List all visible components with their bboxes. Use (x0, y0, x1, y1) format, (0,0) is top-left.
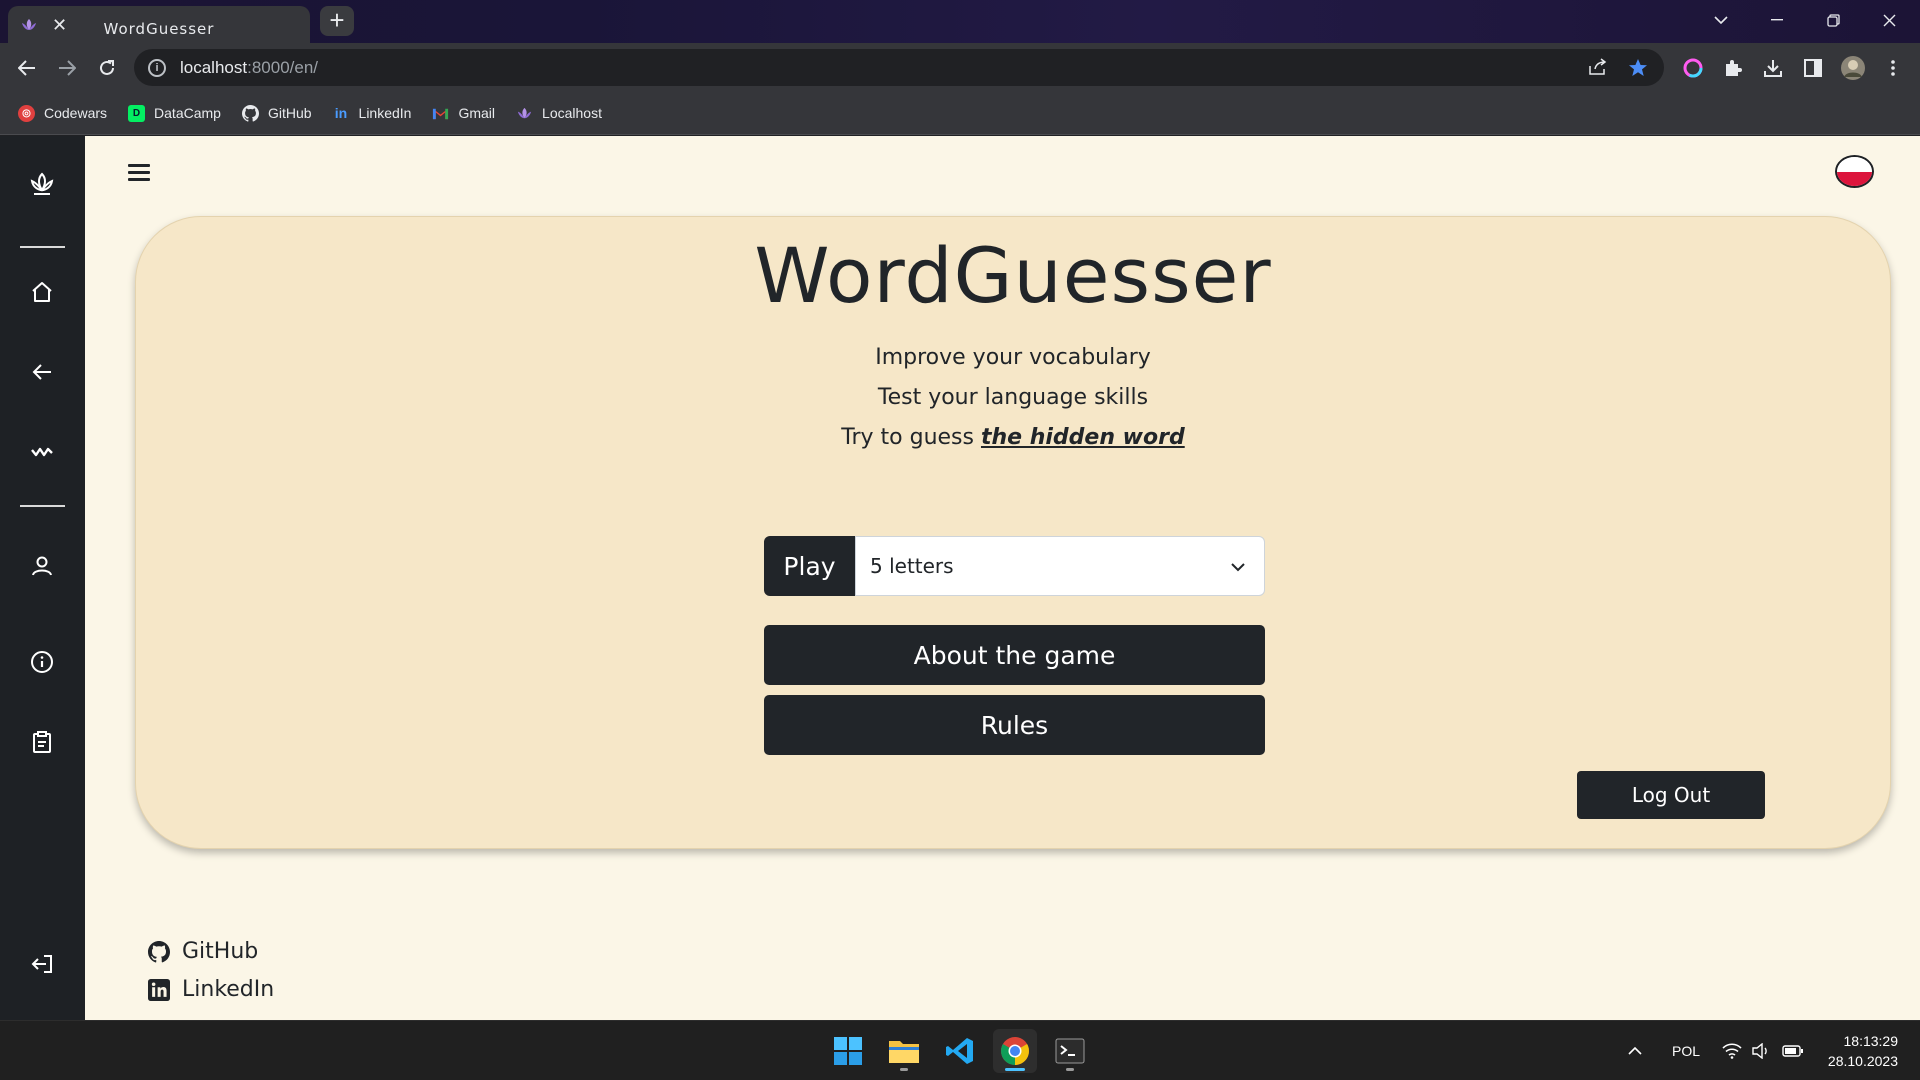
extensions-puzzle-icon[interactable] (1720, 55, 1746, 81)
tab-title: WordGuesser (103, 20, 215, 38)
datacamp-icon: D (128, 104, 146, 122)
page-viewport: WordGuesser Improve your vocabulary Test… (0, 136, 1920, 1020)
rules-button[interactable]: Rules (764, 695, 1265, 755)
download-icon[interactable] (1760, 55, 1786, 81)
letters-select-value: 5 letters (870, 554, 954, 578)
tray-overflow-chevron-up-icon[interactable] (1628, 1021, 1642, 1080)
codewars-icon: ◎ (18, 104, 35, 122)
activity-icon[interactable] (26, 436, 58, 468)
browser-tab[interactable]: WordGuesser ✕ (8, 6, 310, 43)
info-icon[interactable] (26, 646, 58, 678)
bookmark-label: DataCamp (154, 105, 221, 121)
bookmark-datacamp[interactable]: D DataCamp (128, 104, 221, 122)
linkedin-icon (148, 978, 170, 1001)
address-bar[interactable]: i localhost :8000/en/ (134, 49, 1664, 86)
sidebar (0, 136, 85, 1020)
back-icon[interactable] (12, 53, 42, 83)
sidebar-divider (20, 246, 65, 248)
bookmarks-bar: ◎ Codewars D DataCamp GitHub in LinkedIn… (0, 92, 1920, 135)
browser-toolbar: i localhost :8000/en/ (0, 43, 1920, 92)
minimize-icon[interactable] (1749, 0, 1805, 40)
footer-github-link[interactable]: GitHub (148, 939, 258, 964)
clipboard-icon[interactable] (26, 726, 58, 758)
close-window-icon[interactable] (1861, 0, 1917, 40)
logout-icon[interactable] (26, 948, 58, 980)
polish-flag-language-icon[interactable] (1835, 155, 1874, 188)
bookmark-label: GitHub (267, 105, 312, 121)
keyboard-language[interactable]: POL (1672, 1021, 1700, 1080)
about-game-button[interactable]: About the game (764, 625, 1265, 685)
clock-date: 28.10.2023 (1827, 1053, 1898, 1069)
windows-taskbar: POL 18:13:29 28.10.2023 (0, 1020, 1920, 1080)
url-host: localhost (180, 57, 248, 77)
bookmark-label: Gmail (458, 105, 496, 121)
hidden-word-link[interactable]: the hidden word (981, 425, 1185, 450)
github-icon (241, 104, 259, 122)
bookmark-localhost[interactable]: Localhost (516, 105, 602, 122)
bookmark-linkedin[interactable]: in LinkedIn (333, 105, 412, 122)
reload-icon[interactable] (92, 53, 122, 83)
logout-button[interactable]: Log Out (1577, 771, 1765, 819)
windows-start-icon[interactable] (826, 1029, 870, 1073)
site-info-icon[interactable]: i (148, 58, 166, 77)
bookmark-star-icon[interactable] (1628, 58, 1648, 82)
gmail-icon (433, 108, 449, 119)
lotus-icon (517, 107, 532, 118)
bookmark-codewars[interactable]: ◎ Codewars (18, 104, 108, 122)
arrow-left-icon[interactable] (26, 356, 58, 388)
play-button[interactable]: Play (764, 536, 855, 596)
new-tab-button[interactable]: + (320, 6, 354, 36)
linkedin-icon: in (334, 105, 348, 121)
forward-icon[interactable] (52, 53, 82, 83)
tagline-vocabulary: Improve your vocabulary (875, 345, 1151, 370)
menu-kebab-icon[interactable] (1880, 55, 1906, 81)
volume-icon[interactable] (1752, 1021, 1770, 1080)
tab-search-icon[interactable] (1693, 0, 1749, 40)
bookmark-label: Localhost (542, 105, 602, 121)
home-icon[interactable] (26, 276, 58, 308)
url-path: :8000/en/ (247, 57, 319, 77)
share-icon[interactable] (1588, 58, 1608, 81)
clock-time: 18:13:29 (1843, 1033, 1899, 1049)
battery-icon[interactable] (1782, 1021, 1804, 1080)
page-title: WordGuesser (754, 231, 1272, 320)
browser-tab-strip: WordGuesser ✕ + (0, 0, 1920, 43)
side-panel-icon[interactable] (1800, 55, 1826, 81)
color-extension-icon[interactable] (1680, 55, 1706, 81)
terminal-icon[interactable] (1048, 1029, 1092, 1073)
main-card: WordGuesser Improve your vocabulary Test… (135, 216, 1891, 849)
user-icon[interactable] (26, 550, 58, 582)
bookmark-github[interactable]: GitHub (241, 104, 312, 122)
bookmark-gmail[interactable]: Gmail (432, 105, 495, 122)
tagline-guess-prefix: Try to guess (841, 425, 981, 450)
footer-linkedin-label: LinkedIn (182, 977, 275, 1002)
file-explorer-icon[interactable] (882, 1029, 926, 1073)
tagline-guess: Try to guess the hidden word (136, 425, 1890, 450)
chrome-icon[interactable] (993, 1029, 1037, 1073)
bookmark-label: LinkedIn (358, 105, 412, 121)
github-icon (148, 940, 170, 962)
vscode-icon[interactable] (938, 1029, 982, 1073)
play-group: Play 5 letters (764, 536, 1265, 596)
bookmark-label: Codewars (44, 105, 108, 121)
tagline-skills: Test your language skills (877, 385, 1149, 410)
sidebar-divider (20, 505, 65, 507)
letters-select[interactable]: 5 letters (855, 536, 1265, 596)
hamburger-menu-icon[interactable] (128, 164, 150, 182)
restore-icon[interactable] (1805, 0, 1861, 40)
lotus-logo-icon[interactable] (26, 168, 58, 200)
footer-linkedin-link[interactable]: LinkedIn (148, 977, 274, 1002)
chevron-down-icon (1231, 563, 1245, 572)
profile-avatar[interactable] (1840, 55, 1866, 81)
footer-github-label: GitHub (182, 939, 259, 964)
wifi-icon[interactable] (1722, 1021, 1742, 1080)
system-clock[interactable]: 18:13:29 28.10.2023 (1828, 1031, 1898, 1071)
